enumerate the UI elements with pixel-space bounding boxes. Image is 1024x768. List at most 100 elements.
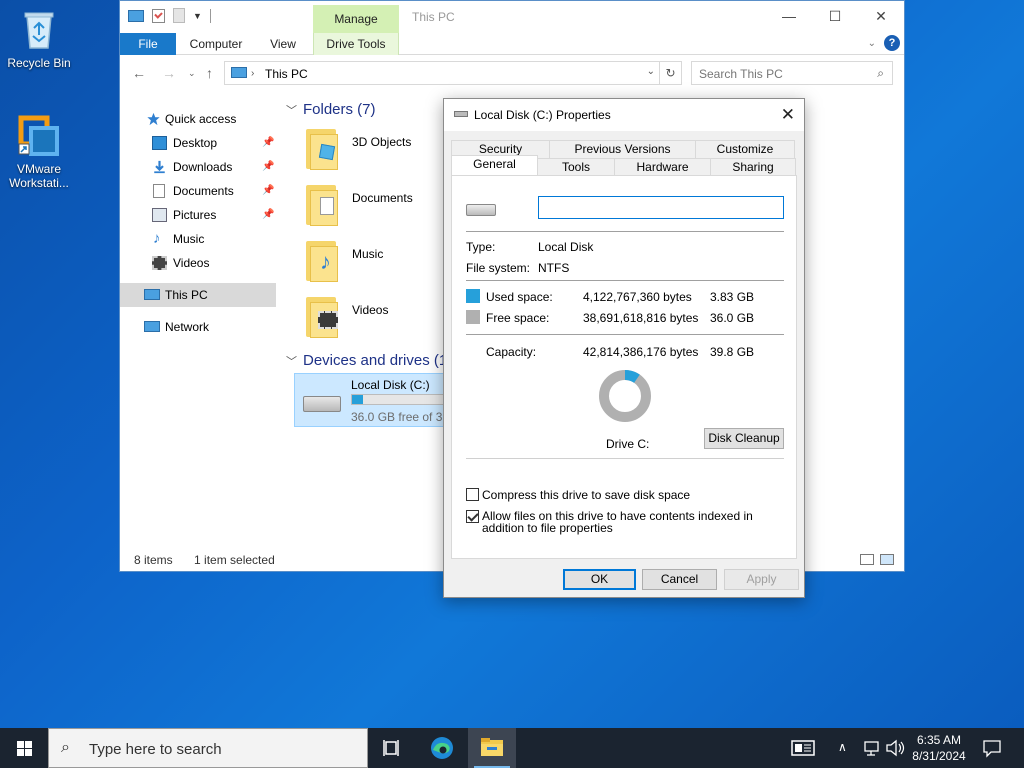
folder-name[interactable]: 3D Objects [352,135,411,149]
navigation-pane: Quick access Desktop 📌 Downloads 📌 Docum… [120,91,280,541]
notifications-icon[interactable] [982,728,1002,768]
tab-customize[interactable]: Customize [695,140,795,158]
folder-videos-icon[interactable] [306,297,340,339]
folder-3d-objects-icon[interactable] [306,129,340,171]
pin-icon[interactable]: 📌 [262,131,274,155]
folder-name[interactable]: Documents [352,191,413,205]
cancel-button[interactable]: Cancel [642,569,717,590]
nav-label: Quick access [165,112,237,126]
ok-button[interactable]: OK [563,569,636,590]
disk-cleanup-button[interactable]: Disk Cleanup [704,428,784,449]
star-icon [147,112,160,126]
nav-item-videos[interactable]: Videos [120,251,276,275]
tab-sharing[interactable]: Sharing [710,158,796,176]
desktop-icon-label: Recycle Bin [7,56,71,70]
clock[interactable]: 6:35 AM 8/31/2024 [908,732,970,764]
new-folder-icon[interactable] [173,8,185,23]
selection-count: 1 item selected [194,553,275,567]
used-space-swatch [466,289,480,303]
compress-label[interactable]: Compress this drive to save disk space [482,488,690,502]
close-button[interactable]: ✕ [858,1,904,31]
minimize-button[interactable]: — [766,1,812,31]
up-arrow-icon[interactable]: ↑ [206,65,213,81]
task-view-icon [383,740,399,756]
drive-name-input[interactable] [539,197,783,218]
index-checkbox[interactable] [466,510,479,523]
nav-item-pictures[interactable]: Pictures 📌 [120,203,276,227]
nav-label: Music [173,232,205,246]
recent-locations-icon[interactable]: ⌄ [188,68,196,79]
pin-icon[interactable]: 📌 [262,155,274,179]
folders-header[interactable]: ﹀ Folders (7) [286,101,376,118]
show-hidden-icons-icon[interactable]: ∧ [838,740,847,768]
volume-icon[interactable] [884,728,906,768]
recycle-bin-icon [17,8,61,52]
tab-computer[interactable]: Computer [182,33,250,55]
nav-item-this-pc[interactable]: This PC [120,283,276,307]
index-label[interactable]: Allow files on this drive to have conten… [482,510,782,534]
folder-music-icon[interactable]: ♪ [306,241,340,283]
details-view-icon[interactable] [860,554,874,565]
vmware-icon [17,114,61,158]
pc-icon[interactable] [128,9,144,22]
nav-item-desktop[interactable]: Desktop 📌 [120,131,276,155]
task-view-button[interactable] [368,728,416,768]
file-system-label: File system: [466,261,531,275]
edge-icon [431,737,453,759]
search-field[interactable]: Search This PC ⌕ [691,61,893,85]
refresh-icon[interactable]: ↻ [660,61,682,85]
drive-tile-c[interactable]: Local Disk (C:) 36.0 GB free of 39.8 GB [294,373,444,427]
nav-item-music[interactable]: ♪ Music [120,227,276,251]
chevron-down-icon[interactable]: ⌄ [647,66,655,77]
desktop-icon-label: VMware Workstati... [9,162,69,190]
clock-time: 6:35 AM [916,733,962,747]
news-icon[interactable] [790,728,816,768]
large-icons-view-icon[interactable] [880,554,894,565]
tab-drive-tools[interactable]: Drive Tools [313,33,399,55]
search-placeholder: Search This PC [699,67,783,81]
start-button[interactable] [0,728,48,768]
desktop-icon-recycle-bin[interactable]: Recycle Bin [1,8,77,70]
help-icon[interactable]: ? [884,35,900,51]
address-field[interactable]: › This PC ⌄ [224,61,660,85]
properties-icon[interactable] [152,8,165,23]
nav-item-documents[interactable]: Documents 📌 [120,179,276,203]
folder-name[interactable]: Music [352,247,383,261]
drives-header[interactable]: ﹀ Devices and drives (1) [286,352,452,369]
manage-tab[interactable]: Manage [313,5,399,33]
nav-item-downloads[interactable]: Downloads 📌 [120,155,276,179]
chevron-down-icon[interactable]: ▼ [193,11,202,21]
tab-previous-versions[interactable]: Previous Versions [549,140,696,158]
nav-quick-access[interactable]: Quick access [120,107,276,131]
maximize-button[interactable]: ☐ [812,1,858,31]
forward-arrow-icon[interactable]: → [162,65,176,81]
tab-hardware[interactable]: Hardware [614,158,711,176]
taskbar-search-box[interactable]: ⌕ Type here to search [48,728,368,768]
back-arrow-icon[interactable]: ← [132,65,146,81]
tab-tools[interactable]: Tools [537,158,615,176]
music-icon: ♪ [153,230,161,247]
close-icon[interactable]: ✕ [781,105,795,125]
dialog-title: Local Disk (C:) Properties [474,108,611,122]
breadcrumb-chevron-icon[interactable]: › [251,68,254,79]
drive-usage-bar [351,394,443,405]
used-space-label: Used space: [486,290,553,304]
network-tray-icon[interactable] [862,728,882,768]
edge-taskbar-button[interactable] [418,728,466,768]
properties-dialog: Local Disk (C:) Properties ✕ Security Pr… [443,98,805,598]
windows-logo-icon [17,741,33,756]
expand-ribbon-icon[interactable]: ⌄ [868,38,876,49]
pin-icon[interactable]: 📌 [262,203,274,227]
pin-icon[interactable]: 📌 [262,179,274,203]
drive-name-field[interactable] [538,196,784,219]
apply-button[interactable]: Apply [724,569,799,590]
folder-name[interactable]: Videos [352,303,388,317]
desktop-icon-vmware[interactable]: VMware Workstati... [1,114,77,190]
folder-documents-icon[interactable] [306,185,340,227]
nav-item-network[interactable]: Network [120,315,276,339]
tab-general[interactable]: General [451,155,538,176]
file-explorer-taskbar-button[interactable] [468,728,516,768]
tab-file[interactable]: File [120,33,176,55]
tab-view[interactable]: View [260,33,306,55]
compress-checkbox[interactable] [466,488,479,501]
